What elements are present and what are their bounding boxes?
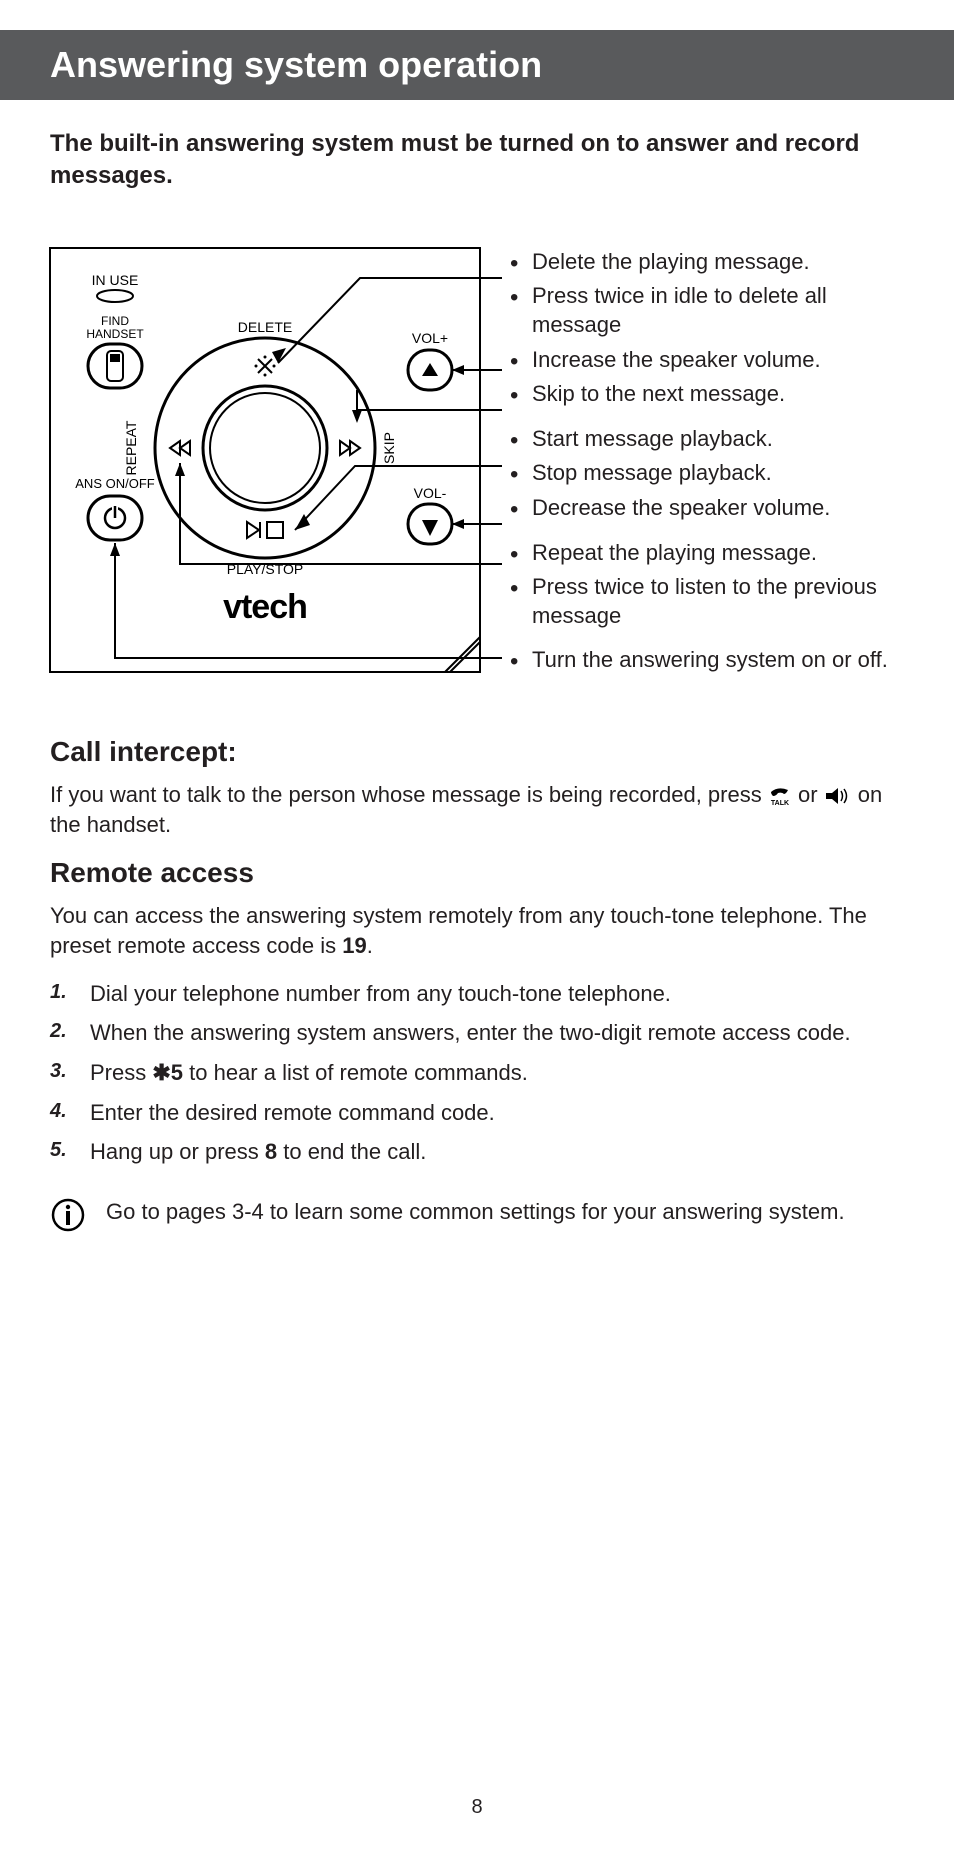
annot-volup: Increase the speaker volume. [510, 346, 904, 375]
step-5-a: Hang up or press [90, 1139, 265, 1164]
play-stop-icon [247, 522, 283, 538]
annot-delete-1: Delete the playing message. [510, 248, 904, 277]
brand-label: vtech [223, 588, 307, 626]
talk-icon: TALK [768, 786, 792, 806]
delete-x-icon [255, 355, 276, 376]
step-3-a: Press [90, 1060, 152, 1085]
find-handset-label-1: FIND [101, 314, 129, 328]
ra-code: 19 [342, 933, 366, 958]
down-arrow-icon [422, 520, 438, 536]
section-header: Answering system operation [0, 30, 954, 100]
step-2: 2.When the answering system answers, ent… [50, 1018, 904, 1048]
remote-access-intro: You can access the answering system remo… [50, 901, 904, 960]
speaker-icon [824, 787, 852, 805]
device-diagram: IN USE FIND HANDSET ANS ON/OFF DELETE [50, 248, 480, 678]
info-tip-row: Go to pages 3-4 to learn some common set… [50, 1197, 904, 1233]
step-5-key: 8 [265, 1139, 277, 1164]
info-tip-text: Go to pages 3-4 to learn some common set… [106, 1197, 845, 1227]
annot-voldown: Decrease the speaker volume. [510, 494, 904, 523]
step-3: 3.Press ✱5 to hear a list of remote comm… [50, 1058, 904, 1088]
step-4-text: Enter the desired remote command code. [90, 1100, 495, 1125]
diagram-annotation-row: IN USE FIND HANDSET ANS ON/OFF DELETE [50, 248, 904, 681]
step-4: 4.Enter the desired remote command code. [50, 1098, 904, 1128]
annot-repeat-1: Repeat the playing message. [510, 539, 904, 568]
rewind-icon [170, 441, 190, 455]
in-use-label: IN USE [92, 272, 139, 288]
delete-label: DELETE [238, 319, 292, 335]
skip-label: SKIP [381, 432, 397, 464]
annot-play-1: Start message playback. [510, 425, 904, 454]
repeat-label: REPEAT [123, 420, 139, 475]
ci-text-1: If you want to talk to the person whose … [50, 782, 768, 807]
call-intercept-heading: Call intercept: [50, 736, 904, 768]
annotation-list: Delete the playing message. Press twice … [510, 248, 904, 681]
call-intercept-text: If you want to talk to the person whose … [50, 780, 904, 839]
ra-intro-1: You can access the answering system remo… [50, 903, 867, 958]
up-arrow-icon [422, 363, 438, 376]
forward-icon [340, 441, 360, 455]
annot-delete-2: Press twice in idle to delete all messag… [510, 282, 904, 339]
annot-ans: Turn the answering system on or off. [510, 646, 904, 675]
step-1-text: Dial your telephone number from any touc… [90, 981, 671, 1006]
find-handset-label-2: HANDSET [86, 327, 144, 341]
remote-access-heading: Remote access [50, 857, 904, 889]
annot-repeat-2: Press twice to listen to the previous me… [510, 573, 904, 630]
step-1: 1.Dial your telephone number from any to… [50, 979, 904, 1009]
dial-outer [155, 338, 375, 558]
ra-intro-2: . [367, 933, 373, 958]
step-3-key: ✱5 [152, 1060, 183, 1085]
dial-inner-2 [210, 393, 320, 503]
volplus-label: VOL+ [412, 330, 448, 346]
step-3-b: to hear a list of remote commands. [183, 1060, 528, 1085]
ci-text-2: or [792, 782, 824, 807]
step-5-b: to end the call. [277, 1139, 426, 1164]
step-2-text: When the answering system answers, enter… [90, 1020, 851, 1045]
page-number: 8 [0, 1796, 954, 1819]
volminus-label: VOL- [414, 485, 447, 501]
remote-access-steps: 1.Dial your telephone number from any to… [50, 979, 904, 1167]
annot-play-2: Stop message playback. [510, 459, 904, 488]
step-5: 5.Hang up or press 8 to end the call. [50, 1137, 904, 1167]
dial-inner [203, 386, 327, 510]
svg-text:TALK: TALK [771, 800, 789, 806]
annot-skip: Skip to the next message. [510, 380, 904, 409]
info-icon [50, 1197, 86, 1233]
ans-onoff-label: ANS ON/OFF [75, 476, 155, 491]
lead-text: The built-in answering system must be tu… [50, 128, 904, 193]
